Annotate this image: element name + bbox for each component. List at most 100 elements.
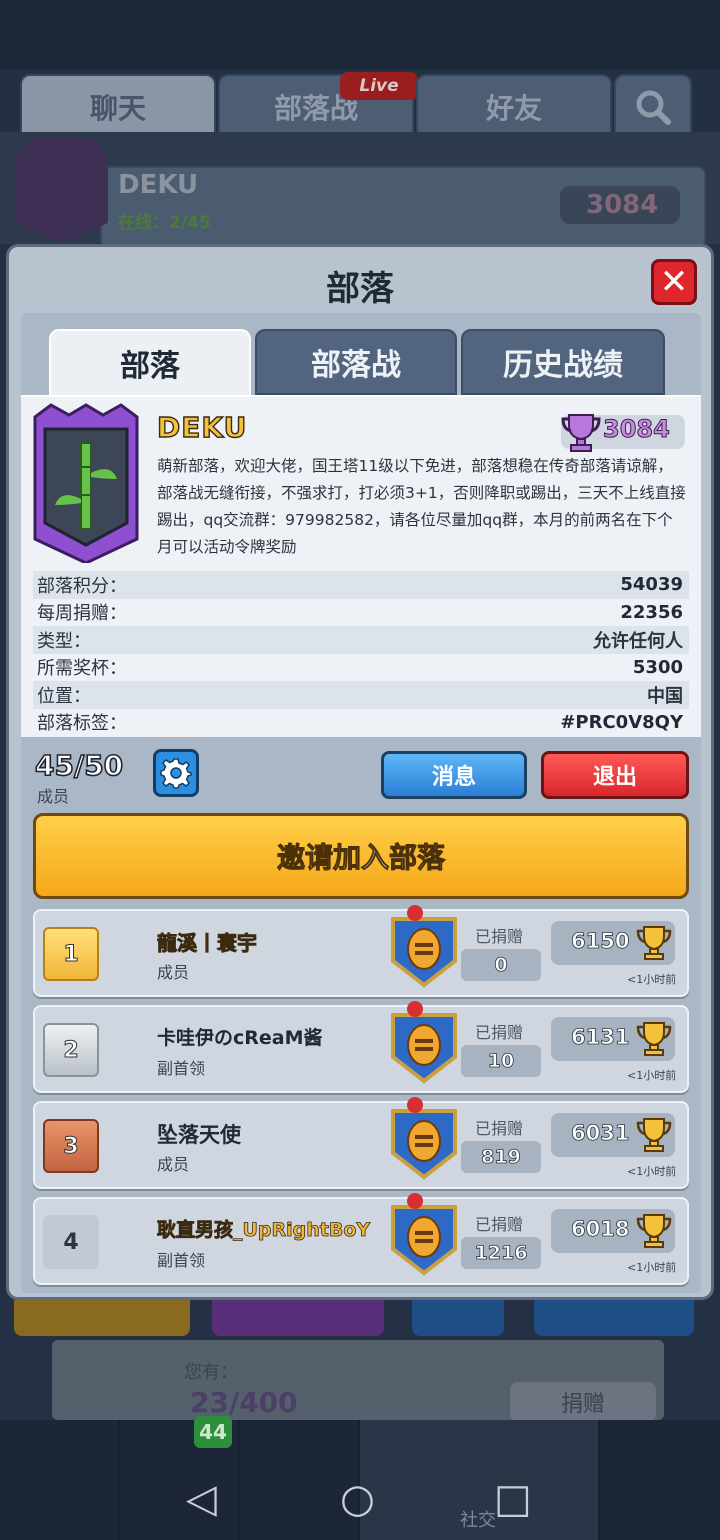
members-header: 45/50 成员 消息 退出: [21, 741, 701, 806]
nav-social-label: 社交: [460, 1510, 496, 1531]
background-top: [0, 0, 720, 70]
background-online-count: 在线：2/45: [118, 213, 211, 233]
stat-label: 部落标签：: [37, 713, 127, 735]
donated-value: 819: [461, 1141, 541, 1173]
member-role: 副首领: [157, 1251, 206, 1270]
donated-value: 0: [461, 949, 541, 981]
background-donate-count: 23/400: [190, 1386, 298, 1419]
members-count: 45/50: [34, 748, 124, 783]
tab-friends[interactable]: 好友: [416, 74, 612, 140]
member-row[interactable]: 1 龍溪丨寰宇 成员 已捐赠 0 6150 <1小时前: [33, 905, 689, 997]
member-role: 成员: [157, 1155, 190, 1174]
member-row[interactable]: 4 耿直男孩_UpRightBoY 副首领 已捐赠 1216 6018 <1小时…: [33, 1193, 689, 1285]
clan-stats: 部落积分： 54039 每周捐赠： 22356 类型： 允许任何人 所需奖杯： 5300…: [33, 571, 689, 736]
stat-label: 类型：: [37, 630, 91, 652]
donated-label: 已捐赠: [475, 1119, 524, 1138]
member-name: 坠落天使: [157, 1123, 241, 1147]
nav-events[interactable]: [600, 1420, 720, 1540]
members-label: 成员: [37, 787, 70, 806]
stat-label: 部落积分：: [37, 575, 127, 597]
stat-row-type: 类型： 允许任何人: [33, 626, 689, 654]
live-badge: Live: [340, 72, 418, 100]
stat-row-clan-score: 部落积分： 54039: [33, 571, 689, 599]
last-seen: <1小时前: [627, 1069, 677, 1082]
stat-value: #PRC0V8QY: [560, 711, 683, 733]
close-icon: ✕: [659, 262, 689, 302]
member-trophies: 6150: [571, 929, 630, 954]
stat-value: 54039: [620, 574, 683, 596]
message-button[interactable]: 消息: [381, 751, 527, 799]
tab-clan[interactable]: 部落: [49, 329, 251, 395]
donated-value: 1216: [461, 1237, 541, 1269]
member-role: 成员: [157, 963, 190, 982]
stat-label: 位置：: [37, 685, 91, 707]
trophy-icon: [561, 414, 601, 452]
donated-value: 10: [461, 1045, 541, 1077]
invite-to-clan-button[interactable]: 邀请加入部落: [33, 813, 689, 899]
arena-badge-icon: [391, 1097, 457, 1180]
member-rank: 3: [43, 1119, 99, 1173]
last-seen: <1小时前: [627, 1261, 677, 1274]
stat-label: 每周捐赠：: [37, 603, 127, 625]
tab-clan-war[interactable]: 部落战 Live: [218, 72, 418, 140]
background-clan-name: DEKU: [118, 170, 199, 200]
leave-clan-button[interactable]: 退出: [541, 751, 689, 799]
system-recents-icon[interactable]: □: [494, 1476, 532, 1522]
tab-clan-war-modal[interactable]: 部落战: [255, 329, 457, 395]
last-seen: <1小时前: [627, 1165, 677, 1178]
clan-name: DEKU: [156, 410, 248, 444]
member-rank: 2: [43, 1023, 99, 1077]
clan-description: 萌新部落，欢迎大佬，国王塔11级以下免进，部落想稳在传奇部落请谅解，部落战无缝衔…: [157, 457, 686, 556]
member-name: 卡哇伊のcReaM酱: [157, 1027, 323, 1049]
background-clan-badge: [16, 138, 108, 244]
background-button-yellow: [14, 1300, 190, 1336]
trophy-icon: [636, 1214, 672, 1248]
trophy-icon: [636, 1118, 672, 1152]
donated-label: 已捐赠: [475, 1215, 524, 1234]
member-role: 副首领: [157, 1059, 206, 1078]
background-donate-button: 捐赠: [510, 1382, 656, 1422]
system-back-icon[interactable]: ◁: [186, 1476, 217, 1522]
settings-button[interactable]: [153, 749, 199, 797]
trophy-icon: [636, 926, 672, 960]
member-name: 耿直男孩_UpRightBoY: [157, 1219, 371, 1242]
gear-icon: [160, 758, 192, 789]
search-button[interactable]: [614, 74, 692, 140]
stat-value: 5300: [632, 656, 683, 678]
clan-badge: [33, 403, 139, 563]
clan-modal: 部落 ✕ 部落 部落战 历史战绩 DEKU 3084 萌新部落，欢迎大佬，国王塔…: [6, 244, 714, 1300]
search-icon: [636, 90, 671, 125]
member-trophies: 6031: [571, 1121, 630, 1146]
member-trophies: 6018: [571, 1217, 630, 1242]
system-home-icon[interactable]: ○: [340, 1476, 375, 1522]
background-button-blue-2: [534, 1300, 694, 1336]
background-trophy-count: 3084: [560, 186, 680, 224]
member-row[interactable]: 3 坠落天使 成员 已捐赠 819 6031 <1小时前: [33, 1097, 689, 1189]
stat-value: 中国: [647, 685, 683, 707]
trophy-icon: [636, 1022, 672, 1056]
background-tabs: 聊天 部落战 Live 好友: [0, 70, 720, 140]
donated-label: 已捐赠: [475, 927, 524, 946]
background-button-blue: [412, 1300, 504, 1336]
member-row[interactable]: 2 卡哇伊のcReaM酱 副首领 已捐赠 10 6131 <1小时前: [33, 1001, 689, 1093]
cards-count-badge: 44: [194, 1416, 232, 1448]
nav-shop[interactable]: [0, 1420, 120, 1540]
clan-info: DEKU 3084 萌新部落，欢迎大佬，国王塔11级以下免进，部落想稳在传奇部落…: [21, 395, 701, 737]
modal-panel: 部落 部落战 历史战绩 DEKU 3084 萌新部落，欢迎大佬，国王塔11级以下…: [21, 313, 701, 1293]
member-rank: 1: [43, 927, 99, 981]
tab-chat[interactable]: 聊天: [20, 74, 216, 140]
last-seen: <1小时前: [627, 973, 677, 986]
stat-value: 22356: [620, 601, 683, 623]
stat-label: 所需奖杯：: [37, 658, 127, 680]
stat-value: 允许任何人: [593, 630, 683, 652]
member-name: 龍溪丨寰宇: [157, 931, 258, 956]
member-rank: 4: [43, 1215, 99, 1269]
stat-row-required-trophies: 所需奖杯： 5300: [33, 654, 689, 682]
close-button[interactable]: ✕: [651, 259, 697, 305]
donated-label: 已捐赠: [475, 1023, 524, 1042]
tab-war-history[interactable]: 历史战绩: [461, 329, 665, 395]
stat-row-location: 位置： 中国: [33, 681, 689, 709]
you-have-label: 您有：: [184, 1362, 238, 1383]
modal-title: 部落: [326, 269, 394, 309]
background-button-purple: [212, 1300, 384, 1336]
